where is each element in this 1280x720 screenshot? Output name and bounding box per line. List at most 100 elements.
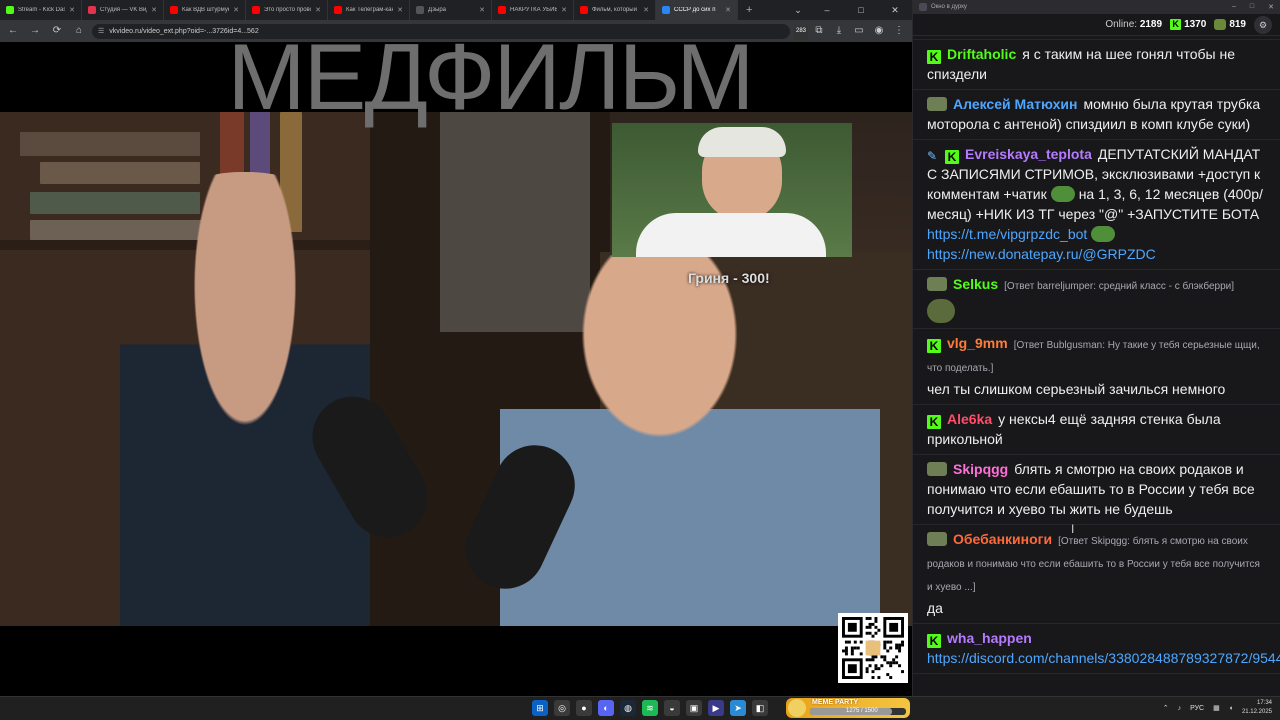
qr-module [868,617,872,620]
sword-badge-icon: ✎ [927,149,938,163]
tab-label: НАКРУТКА УБИВА [510,7,558,13]
qr-module [868,631,872,635]
chat-link[interactable]: https://new.donatepay.ru/@GRPZDC [927,246,1156,262]
volume-icon[interactable]: ◖ [1229,705,1233,712]
app-icon-7[interactable]: ◒ [664,700,680,716]
menu-icon[interactable]: ⋮ [890,22,908,40]
clock[interactable]: 17:34 21.12.2025 [1242,699,1272,717]
back-button[interactable]: ← [4,22,22,40]
chrome-icon[interactable]: ◎ [554,700,570,716]
chat-username[interactable]: Ale6ka [947,411,992,427]
chat-username[interactable]: Driftaholic [947,46,1016,62]
kick-badge-icon: K [945,150,959,164]
tab-close-icon[interactable]: ✕ [315,6,321,14]
start-icon[interactable]: ⊞ [532,700,548,716]
tab-3[interactable]: Это просто прово ✕ [246,0,328,20]
qr-module [889,661,893,665]
minimize-button[interactable]: – [810,0,844,20]
close-button[interactable]: ✕ [878,0,912,20]
tab-search-icon[interactable]: ⌄ [786,0,810,20]
tab-favicon-icon [252,6,260,14]
chat-maximize-button[interactable]: □ [1250,3,1254,11]
text-cursor-icon: I [1071,522,1075,536]
forward-button[interactable]: → [26,22,44,40]
chat-username[interactable]: Evreiskaya_teplota [965,146,1092,162]
app-icon-9[interactable]: ▶ [708,700,724,716]
video-title-overlay: МЕДФИЛЬМ [227,42,754,129]
meme-party-widget[interactable]: MEME PARTY 1275 / 1500 [786,698,910,718]
tab-7[interactable]: Фильм, который п ✕ [574,0,656,20]
tab-1[interactable]: Студия — VK Видео ✕ [82,0,164,20]
chat-username[interactable]: Алексей Матюхин [953,96,1077,112]
tab-close-icon[interactable]: ✕ [643,6,649,14]
tab-8[interactable]: СССР до сих п ✕ [656,0,738,20]
tab-label: Фильм, который п [592,7,640,13]
qr-module [874,631,878,635]
reply-reference[interactable]: [Ответ barreljumper: средний класс - с б… [1004,281,1234,292]
qr-module [889,622,899,632]
mic-icon[interactable]: ♪ [1178,705,1182,712]
tab-close-icon[interactable]: ✕ [69,6,75,14]
tab-close-icon[interactable]: ✕ [151,6,157,14]
qr-module [844,652,848,656]
language-indicator[interactable]: РУС [1190,705,1204,712]
site-info-icon[interactable]: ☰ [98,27,104,35]
qr-module [886,661,890,665]
tab-close-icon[interactable]: ✕ [479,6,485,14]
user-badge-icon [927,462,947,476]
maximize-button[interactable]: □ [844,0,878,20]
obs-icon[interactable]: ● [576,700,592,716]
sidebar-icon[interactable]: ▭ [850,22,868,40]
chat-username[interactable]: vlg_9mm [947,335,1008,351]
tab-close-icon[interactable]: ✕ [397,6,403,14]
tab-5[interactable]: Дзыра ✕ [410,0,492,20]
video-player[interactable]: МЕДФИЛЬМ Гриня - 300! [0,42,912,696]
home-button[interactable]: ⌂ [70,22,88,40]
qr-module [850,652,854,656]
chat-username[interactable]: Selkus [953,276,998,292]
chat-link[interactable]: https://discord.com/channels/33802848878… [927,650,1280,666]
tab-0[interactable]: Stream - Kick Dash ✕ [0,0,82,20]
chat-window-titlebar: Окно в дурку – □ ✕ [913,0,1280,14]
tab-close-icon[interactable]: ✕ [725,6,731,14]
chat-username[interactable]: Обебанкиноги [953,531,1052,547]
chat-link[interactable]: https://t.me/vipgrpzdc_bot [927,226,1087,242]
download-icon[interactable]: ⤓ [830,22,848,40]
tab-2[interactable]: Как ВДВ штурмует ✕ [164,0,246,20]
chat-username[interactable]: wha_happen [947,630,1032,646]
extension-badge[interactable]: 283 [793,26,808,40]
qr-module [856,646,860,650]
qr-module [874,619,878,623]
qr-module [880,664,884,668]
app-icon-8[interactable]: ▣ [686,700,702,716]
new-tab-button[interactable]: + [738,4,760,16]
chat-messages[interactable]: K Driftaholic я с таким на шее гонял чтобы… [913,24,1280,684]
qr-module [883,640,887,644]
app-icon-11[interactable]: ◧ [752,700,768,716]
telegram-icon[interactable]: ➤ [730,700,746,716]
qr-module [871,622,875,626]
chat-minimize-button[interactable]: – [1232,3,1236,11]
chat-close-button[interactable]: ✕ [1268,3,1274,11]
tab-close-icon[interactable]: ✕ [561,6,567,14]
tab-4[interactable]: Как Телеграм-кан ✕ [328,0,410,20]
chat-username[interactable]: Skipqgg [953,461,1008,477]
discord-icon[interactable]: ◐ [598,700,614,716]
qr-module [892,658,896,662]
spotify-icon[interactable]: ≋ [642,700,658,716]
reload-button[interactable]: ⟳ [48,22,66,40]
tab-close-icon[interactable]: ✕ [233,6,239,14]
qr-module [883,643,887,647]
tab-favicon-icon [662,6,670,14]
profile-icon[interactable]: ◉ [870,22,888,40]
extensions-icon[interactable]: ⧉ [810,22,828,40]
chat-text: чел ты слишком серьезный зачилься немног… [927,381,1226,397]
tab-6[interactable]: НАКРУТКА УБИВА ✕ [492,0,574,20]
qr-module [844,649,848,653]
steam-icon[interactable]: ◍ [620,700,636,716]
tray-overflow-icon[interactable]: ⌃ [1163,704,1169,712]
qr-module [874,655,878,659]
url-field[interactable]: ☰ vkvideo.ru/video_ext.php?oid=-...3726i… [92,23,790,39]
qr-module [871,676,875,679]
network-icon[interactable]: ▦ [1213,704,1220,712]
